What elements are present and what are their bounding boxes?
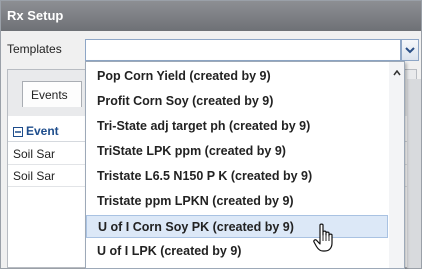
- events-header-label: Event: [26, 124, 59, 138]
- dropdown-scrollbar[interactable]: [389, 62, 404, 268]
- templates-dropdown-button[interactable]: [401, 39, 419, 61]
- template-option[interactable]: Tristate L6.5 N150 P K (created by 9): [86, 165, 388, 188]
- collapse-icon[interactable]: [13, 127, 23, 137]
- scroll-up-icon[interactable]: [393, 70, 401, 76]
- templates-dropdown-list: Pop Corn Yield (created by 9) Profit Cor…: [85, 61, 405, 269]
- templates-row: Templates: [1, 39, 421, 63]
- templates-select[interactable]: [85, 39, 401, 61]
- template-option[interactable]: Pop Corn Yield (created by 9): [86, 65, 388, 88]
- hand-cursor-icon: [313, 223, 333, 252]
- templates-label: Templates: [7, 42, 62, 56]
- template-option[interactable]: Tri-State adj target ph (created by 9): [86, 115, 388, 138]
- window-title: Rx Setup: [1, 1, 421, 31]
- template-option-highlighted[interactable]: U of I Corn Soy PK (created by 9): [86, 215, 388, 238]
- template-option[interactable]: Tristate ppm LPKN (created by 9): [86, 190, 388, 213]
- template-option[interactable]: TriState LPK ppm (created by 9): [86, 140, 388, 163]
- tab-events[interactable]: Events: [22, 81, 82, 107]
- template-option[interactable]: U of I LPK (created by 9): [86, 240, 388, 263]
- chevron-down-icon: [405, 47, 415, 54]
- template-option[interactable]: Profit Corn Soy (created by 9): [86, 90, 388, 113]
- right-scroll-strip: [407, 79, 421, 268]
